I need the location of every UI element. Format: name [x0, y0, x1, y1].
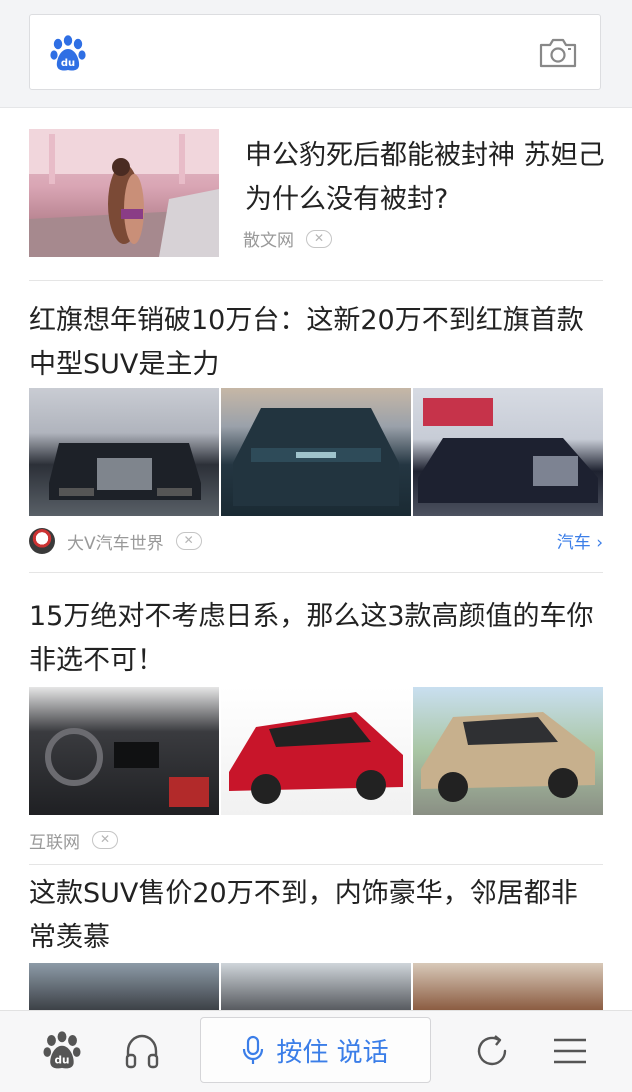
- voice-input-button[interactable]: 按住 说话: [200, 1017, 431, 1083]
- baidu-paw-icon[interactable]: du: [42, 1031, 82, 1071]
- news-image[interactable]: [29, 687, 219, 815]
- source-avatar[interactable]: [29, 528, 55, 554]
- news-thumbnail[interactable]: [29, 129, 219, 257]
- news-image[interactable]: [221, 388, 411, 516]
- news-image-row[interactable]: [29, 388, 603, 516]
- news-image-row[interactable]: [29, 687, 603, 815]
- car-graphic: [418, 398, 598, 503]
- news-title[interactable]: 15万绝对不考虑日系，那么这3款高颜值的车你非选不可！: [29, 595, 603, 683]
- news-meta: 大V汽车世界 ✕ 汽车 ›: [29, 528, 603, 554]
- news-image-row[interactable]: [29, 963, 603, 1011]
- news-source[interactable]: 互联网: [29, 828, 80, 853]
- thumbnail-illustration: [29, 129, 219, 257]
- news-source: 散文网: [243, 231, 294, 251]
- news-image[interactable]: [413, 388, 603, 516]
- search-box[interactable]: du: [29, 14, 601, 90]
- news-image[interactable]: [413, 687, 603, 815]
- news-image[interactable]: [29, 963, 219, 1011]
- camera-icon[interactable]: [538, 35, 578, 71]
- news-title[interactable]: 红旗想年销破10万台：这新20万不到红旗首款中型SUV是主力: [29, 299, 603, 387]
- news-title[interactable]: 申公豹死后都能被封神 苏妲己为什么没有被封?: [245, 134, 605, 222]
- baidu-paw-icon[interactable]: du: [50, 35, 86, 73]
- news-source[interactable]: 大V汽车世界: [67, 529, 164, 554]
- refresh-icon[interactable]: [472, 1031, 512, 1071]
- news-image[interactable]: [29, 388, 219, 516]
- menu-icon[interactable]: [550, 1031, 590, 1071]
- category-link[interactable]: 汽车 ›: [557, 528, 603, 553]
- divider: [29, 572, 603, 573]
- car-graphic: [233, 408, 399, 506]
- dismiss-button[interactable]: ✕: [175, 532, 202, 550]
- dismiss-button[interactable]: ✕: [92, 831, 118, 849]
- svg-text:du: du: [61, 58, 75, 69]
- svg-text:du: du: [54, 1055, 69, 1067]
- microphone-icon: [243, 1035, 264, 1064]
- dismiss-button[interactable]: ✕: [306, 229, 332, 248]
- news-item[interactable]: 申公豹死后都能被封神 苏妲己为什么没有被封? 散文网 ✕: [29, 129, 605, 279]
- news-image[interactable]: [221, 963, 411, 1011]
- voice-button-label: 按住 说话: [276, 1037, 389, 1068]
- news-meta: 互联网 ✕: [29, 827, 603, 853]
- news-image[interactable]: [413, 963, 603, 1011]
- news-image[interactable]: [221, 687, 411, 815]
- car-interior-graphic: [45, 728, 209, 807]
- car-graphic: [229, 712, 403, 804]
- car-graphic: [421, 712, 595, 802]
- car-graphic: [49, 443, 201, 500]
- divider: [29, 864, 603, 865]
- divider: [29, 280, 603, 281]
- news-meta: 散文网 ✕: [243, 226, 332, 251]
- bottom-toolbar: du 按住 说话: [0, 1010, 632, 1092]
- headphones-icon[interactable]: [122, 1031, 162, 1071]
- top-header: du: [0, 0, 632, 108]
- news-title[interactable]: 这款SUV售价20万不到，内饰豪华，邻居都非常羡慕: [29, 872, 603, 960]
